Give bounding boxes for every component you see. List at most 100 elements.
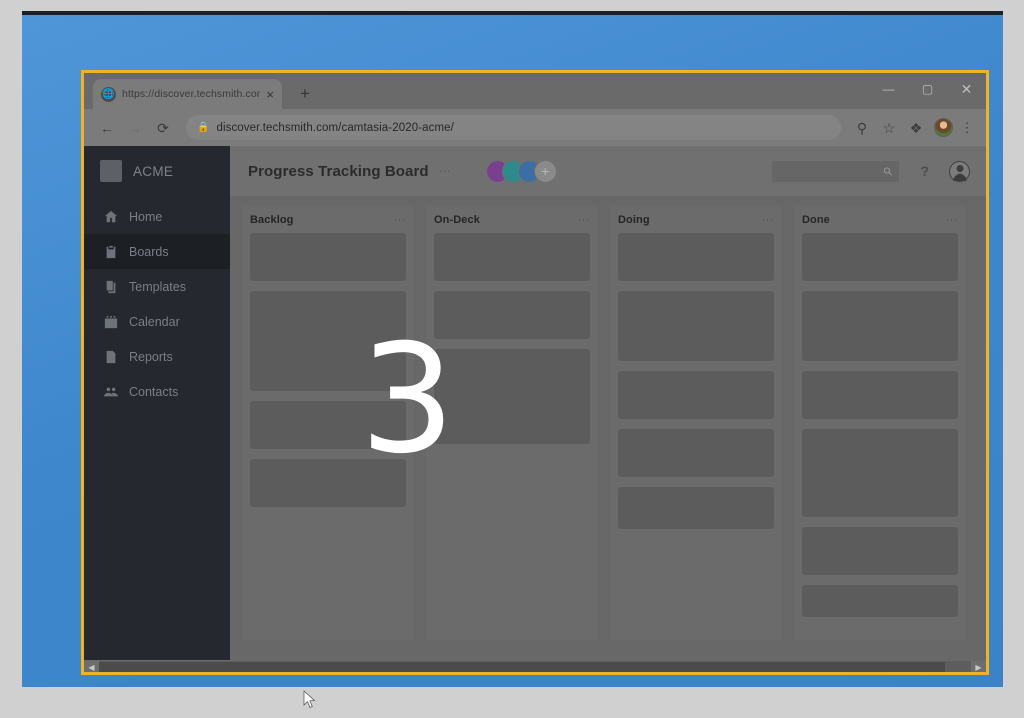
web-app: ACME Home Boards Templates Calendar Repo…	[84, 146, 986, 660]
column-header: Backlog ⋯	[250, 214, 406, 226]
board-card[interactable]	[434, 233, 590, 281]
new-tab-button[interactable]: +	[292, 81, 318, 107]
search-input[interactable]: ⚲	[772, 160, 900, 182]
scrollbar-track[interactable]	[99, 660, 971, 672]
board-card[interactable]	[618, 487, 774, 529]
clipboard-icon	[103, 244, 118, 259]
sidebar-item-boards[interactable]: Boards	[84, 234, 230, 269]
mouse-cursor	[303, 690, 316, 708]
board-card[interactable]	[250, 233, 406, 281]
page-title: Progress Tracking Board	[248, 162, 429, 180]
brand-name: ACME	[133, 163, 174, 179]
lock-icon: 🔒	[197, 122, 210, 133]
copy-icon	[103, 279, 118, 294]
board-card[interactable]	[802, 585, 958, 617]
bookmark-star-icon[interactable]: ☆	[876, 115, 902, 141]
board-card[interactable]	[802, 233, 958, 281]
board-card[interactable]	[802, 527, 958, 575]
column-menu-icon[interactable]: ⋯	[762, 214, 774, 226]
app-content: Progress Tracking Board ⋯ + ⚲ ? Backlog …	[230, 146, 986, 660]
scrollbar-thumb[interactable]	[99, 661, 945, 672]
board-column-on-deck: On-Deck ⋯	[426, 206, 598, 640]
browser-toolbar: ← → ⟳ 🔒 discover.techsmith.com/camtasia-…	[84, 109, 986, 146]
close-window-button[interactable]: ✕	[947, 73, 986, 106]
column-menu-icon[interactable]: ⋯	[394, 214, 406, 226]
board-card[interactable]	[434, 291, 590, 339]
sidebar-item-label: Calendar	[129, 314, 180, 329]
card-list	[802, 233, 958, 617]
help-button[interactable]: ?	[920, 163, 929, 179]
column-title: Backlog	[250, 214, 294, 226]
board-card[interactable]	[250, 291, 406, 391]
calendar-icon	[103, 314, 118, 329]
column-title: On-Deck	[434, 214, 480, 226]
search-zoom-icon[interactable]: ⚲	[849, 115, 875, 141]
sidebar-item-label: Templates	[129, 279, 186, 294]
desktop-background: 🌐 https://discover.techsmith.com/c × + —…	[22, 11, 1003, 687]
column-header: On-Deck ⋯	[434, 214, 590, 226]
board-card[interactable]	[802, 429, 958, 517]
horizontal-scrollbar[interactable]: ◀ ▶	[84, 660, 986, 672]
board-card[interactable]	[618, 233, 774, 281]
board-card[interactable]	[250, 401, 406, 449]
sidebar-item-label: Reports	[129, 349, 173, 364]
board-card[interactable]	[618, 371, 774, 419]
column-header: Doing ⋯	[618, 214, 774, 226]
board-card[interactable]	[618, 291, 774, 361]
sidebar: ACME Home Boards Templates Calendar Repo…	[84, 146, 230, 660]
toolbar-actions: ⚲ ☆ ❖ ⋮	[849, 115, 976, 141]
board-menu-icon[interactable]: ⋯	[439, 165, 452, 177]
column-title: Doing	[618, 214, 650, 226]
column-menu-icon[interactable]: ⋯	[946, 214, 958, 226]
board-card[interactable]	[250, 459, 406, 507]
member-avatars: +	[485, 159, 557, 183]
sidebar-item-reports[interactable]: Reports	[84, 339, 230, 374]
column-header: Done ⋯	[802, 214, 958, 226]
search-icon: ⚲	[881, 164, 896, 179]
column-title: Done	[802, 214, 830, 226]
browser-menu-icon[interactable]: ⋮	[958, 120, 976, 136]
extensions-puzzle-icon[interactable]: ❖	[903, 115, 929, 141]
board-card[interactable]	[802, 291, 958, 361]
back-icon[interactable]: ←	[94, 115, 120, 141]
tab-strip: 🌐 https://discover.techsmith.com/c × + —…	[84, 73, 986, 109]
reload-icon[interactable]: ⟳	[150, 115, 176, 141]
maximize-button[interactable]: ▢	[908, 73, 947, 106]
tab-title: https://discover.techsmith.com/c	[122, 88, 261, 100]
card-list	[250, 233, 406, 507]
sidebar-item-contacts[interactable]: Contacts	[84, 374, 230, 409]
document-icon	[103, 349, 118, 364]
people-icon	[103, 384, 118, 399]
close-icon[interactable]: ×	[266, 88, 274, 101]
sidebar-item-label: Contacts	[129, 384, 179, 399]
browser-tab[interactable]: 🌐 https://discover.techsmith.com/c ×	[93, 79, 282, 109]
sidebar-item-templates[interactable]: Templates	[84, 269, 230, 304]
card-list	[434, 233, 590, 444]
window-controls: — ▢ ✕	[869, 73, 986, 106]
add-member-button[interactable]: +	[533, 159, 557, 183]
globe-icon: 🌐	[101, 86, 116, 102]
screenshot-root: 🌐 https://discover.techsmith.com/c × + —…	[0, 0, 1024, 718]
board-card[interactable]	[802, 371, 958, 419]
profile-avatar[interactable]	[934, 118, 953, 137]
board-card[interactable]	[434, 349, 590, 444]
board-column-done: Done ⋯	[794, 206, 966, 640]
browser-window: 🌐 https://discover.techsmith.com/c × + —…	[81, 70, 989, 675]
scroll-right-icon[interactable]: ▶	[971, 660, 986, 672]
sidebar-item-home[interactable]: Home	[84, 199, 230, 234]
address-bar[interactable]: 🔒 discover.techsmith.com/camtasia-2020-a…	[186, 115, 841, 140]
kanban-board: Backlog ⋯ On-Deck ⋯ Doing ⋯ Done ⋯	[230, 196, 986, 660]
board-card[interactable]	[618, 429, 774, 477]
board-column-doing: Doing ⋯	[610, 206, 782, 640]
sidebar-item-label: Boards	[129, 244, 169, 259]
column-menu-icon[interactable]: ⋯	[578, 214, 590, 226]
brand: ACME	[84, 146, 230, 196]
sidebar-item-label: Home	[129, 209, 163, 224]
user-avatar[interactable]	[949, 160, 970, 182]
logo-icon	[100, 160, 122, 182]
minimize-button[interactable]: —	[869, 73, 908, 106]
forward-icon[interactable]: →	[122, 115, 148, 141]
sidebar-item-calendar[interactable]: Calendar	[84, 304, 230, 339]
sidebar-nav: Home Boards Templates Calendar Reports C…	[84, 196, 230, 409]
scroll-left-icon[interactable]: ◀	[84, 660, 99, 672]
